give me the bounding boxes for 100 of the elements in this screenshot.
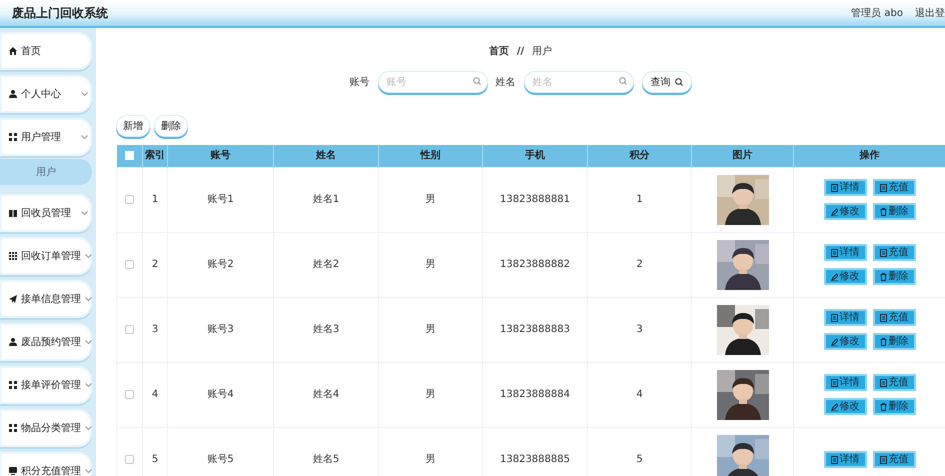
- home-icon: [9, 47, 17, 55]
- monitor-icon: [9, 467, 17, 475]
- recharge-button[interactable]: 充值: [872, 374, 916, 391]
- sidebar-item[interactable]: 物品分类管理: [0, 409, 92, 447]
- sidebar-item[interactable]: 接单信息管理: [0, 280, 92, 318]
- document-icon: [880, 314, 886, 322]
- recharge-button[interactable]: 充值: [872, 179, 916, 196]
- breadcrumb-item: 用户: [532, 44, 552, 59]
- document-icon: [830, 248, 838, 256]
- app-title: 废品上门回收系统: [12, 5, 108, 22]
- row-checkbox[interactable]: [125, 194, 134, 204]
- breadcrumb-item[interactable]: 首页: [488, 44, 509, 71]
- table-cell: 3: [142, 297, 168, 362]
- sidebar-item[interactable]: 接单评价管理: [0, 366, 92, 404]
- search-icon: [472, 77, 480, 85]
- grid-icon: [9, 133, 17, 141]
- document-icon: [830, 456, 838, 464]
- trash-icon: [880, 402, 886, 410]
- edit-button[interactable]: 修改: [824, 398, 866, 415]
- edit-button[interactable]: 修改: [824, 203, 866, 220]
- row-checkbox[interactable]: [125, 390, 134, 399]
- details-button[interactable]: 详情: [824, 451, 866, 468]
- details-button[interactable]: 详情: [824, 374, 866, 391]
- recharge-button[interactable]: 充值: [872, 244, 916, 261]
- table-cell: 4: [142, 362, 168, 427]
- trash-icon: [880, 338, 886, 346]
- column-header: 图片: [692, 145, 794, 167]
- column-header: 索引: [142, 145, 168, 167]
- edit-button[interactable]: 修改: [824, 333, 866, 350]
- chevron-icon: [81, 92, 88, 96]
- column-header: 操作: [794, 145, 945, 167]
- table-cell: 13823888884: [482, 362, 588, 427]
- breadcrumb-separator: //: [516, 45, 524, 59]
- grid-icon: [9, 424, 17, 432]
- person-icon: [9, 338, 17, 346]
- trash-icon: [880, 272, 886, 280]
- details-button[interactable]: 详情: [824, 179, 866, 196]
- recharge-button[interactable]: 充值: [872, 451, 916, 468]
- sidebar-item[interactable]: 废品预约管理: [0, 323, 92, 361]
- delete-button[interactable]: 删除: [872, 333, 916, 350]
- grid-icon: [9, 252, 17, 260]
- table-cell: 姓名4: [274, 362, 378, 427]
- chevron-icon: [85, 426, 92, 430]
- table-cell: 账号2: [168, 232, 274, 297]
- logout-link[interactable]: 退出登: [915, 6, 945, 20]
- table-cell: 账号4: [168, 362, 274, 427]
- add-button[interactable]: 新增: [116, 115, 150, 137]
- delete-button[interactable]: 删除: [154, 115, 188, 137]
- table-cell: 男: [378, 297, 482, 362]
- table-cell: 13823888883: [482, 297, 588, 362]
- edit-button[interactable]: 修改: [824, 268, 866, 285]
- table-cell: 3: [588, 297, 692, 362]
- chevron-icon: [85, 382, 92, 388]
- book-icon: [9, 209, 17, 217]
- chevron-icon: [81, 134, 88, 140]
- sidebar-item[interactable]: 个人中心: [0, 75, 92, 113]
- column-header: 账号: [168, 145, 274, 167]
- column-header: 手机: [482, 145, 588, 167]
- row-checkbox[interactable]: [125, 324, 134, 334]
- row-checkbox[interactable]: [125, 260, 134, 269]
- search-field[interactable]: 账号: [378, 71, 488, 93]
- search-button[interactable]: 查询: [642, 71, 692, 93]
- pen-icon: [830, 208, 838, 216]
- submenu-item[interactable]: 用户: [0, 159, 92, 185]
- chevron-icon: [81, 210, 88, 216]
- document-icon: [880, 184, 886, 192]
- pen-icon: [830, 272, 838, 280]
- delete-button[interactable]: 删除: [872, 203, 916, 220]
- sidebar-item[interactable]: 积分充值管理: [0, 452, 92, 476]
- pen-icon: [830, 402, 838, 410]
- column-header: 姓名: [274, 145, 378, 167]
- details-button[interactable]: 详情: [824, 309, 866, 326]
- grid-icon: [9, 381, 17, 389]
- table-cell: 账号1: [168, 167, 274, 232]
- document-icon: [830, 378, 838, 386]
- person-icon: [9, 90, 17, 98]
- search-icon: [618, 77, 626, 85]
- recharge-button[interactable]: 充值: [872, 309, 916, 326]
- table-cell: 姓名3: [274, 297, 378, 362]
- chevron-icon: [85, 340, 92, 344]
- field-label: 姓名: [496, 76, 516, 90]
- chevron-icon: [85, 468, 92, 474]
- table-cell: 男: [378, 362, 482, 427]
- select-all-checkbox[interactable]: [124, 151, 134, 160]
- row-checkbox[interactable]: [125, 454, 134, 464]
- table-cell: 姓名1: [274, 167, 378, 232]
- search-icon: [674, 78, 682, 86]
- search-field[interactable]: 姓名: [524, 71, 634, 93]
- sidebar-item[interactable]: 用户管理: [0, 118, 92, 156]
- document-icon: [830, 184, 838, 192]
- table-cell: 2: [142, 232, 168, 297]
- sidebar-item[interactable]: 回收订单管理: [0, 237, 92, 275]
- delete-button[interactable]: 删除: [872, 398, 916, 415]
- details-button[interactable]: 详情: [824, 244, 866, 261]
- chevron-icon: [85, 296, 92, 302]
- pen-icon: [830, 338, 838, 346]
- sidebar-item[interactable]: 首页: [0, 32, 92, 70]
- column-header: 积分: [588, 145, 692, 167]
- sidebar-item[interactable]: 回收员管理: [0, 194, 92, 232]
- delete-button[interactable]: 删除: [872, 268, 916, 285]
